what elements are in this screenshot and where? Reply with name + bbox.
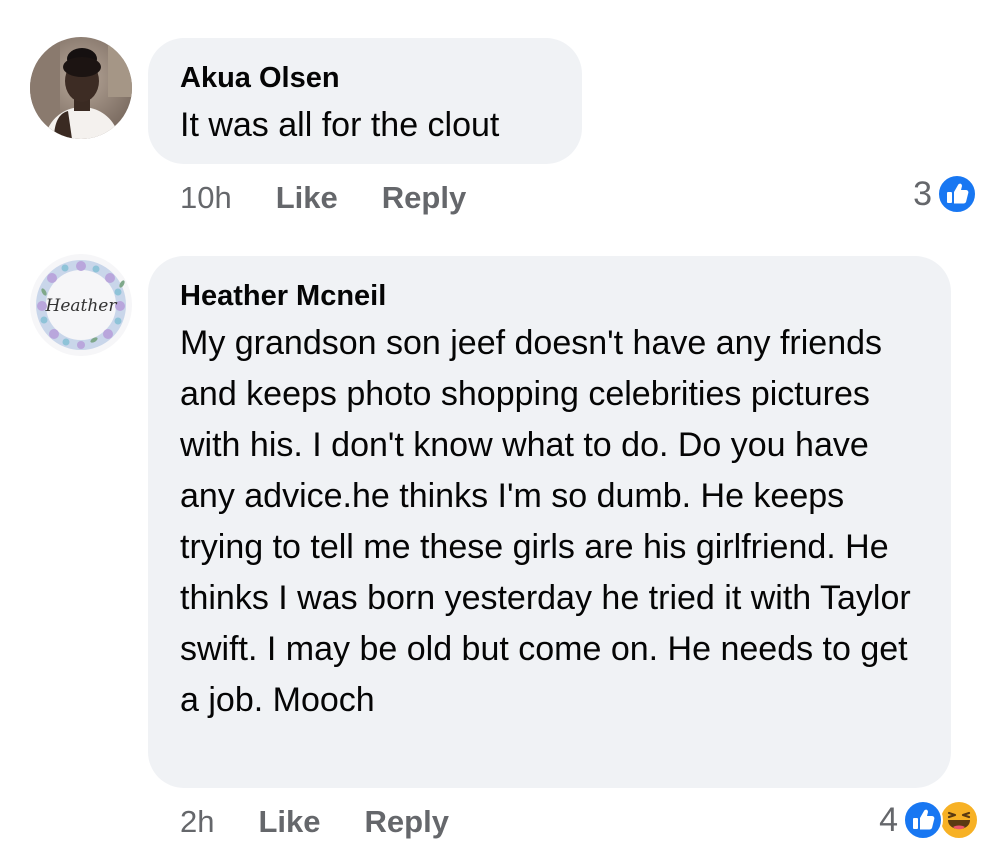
reply-button[interactable]: Reply xyxy=(365,804,449,840)
like-reaction-icon xyxy=(902,799,944,841)
floral-wreath-avatar-icon: Heather xyxy=(30,254,132,356)
reaction-count: 4 xyxy=(879,800,898,839)
comment-bubble: Akua Olsen It was all for the clout xyxy=(148,38,582,164)
avatar[interactable] xyxy=(30,37,132,139)
like-button[interactable]: Like xyxy=(276,180,338,216)
comment-timestamp[interactable]: 10h xyxy=(180,180,232,216)
comment-actions: 10h Like Reply xyxy=(180,178,510,218)
like-button[interactable]: Like xyxy=(258,804,320,840)
reply-button[interactable]: Reply xyxy=(382,180,466,216)
comment-author[interactable]: Heather Mcneil xyxy=(180,278,919,314)
comment-timestamp[interactable]: 2h xyxy=(180,804,214,840)
comment-actions: 2h Like Reply xyxy=(180,802,493,842)
avatar-signature-text: Heather xyxy=(45,296,118,316)
like-reaction-icon xyxy=(936,173,978,215)
comment-text: It was all for the clout xyxy=(180,106,500,144)
reaction-summary[interactable]: 3 xyxy=(913,172,978,216)
haha-reaction-icon xyxy=(938,799,980,841)
reaction-count: 3 xyxy=(913,174,932,213)
comment-author[interactable]: Akua Olsen xyxy=(180,60,550,96)
avatar[interactable]: Heather xyxy=(30,254,132,356)
profile-photo-icon xyxy=(30,37,132,139)
comment-bubble: Heather Mcneil My grandson son jeef does… xyxy=(148,256,951,788)
comment-text: My grandson son jeef doesn't have any fr… xyxy=(180,324,911,719)
reaction-summary[interactable]: 4 xyxy=(879,798,980,842)
